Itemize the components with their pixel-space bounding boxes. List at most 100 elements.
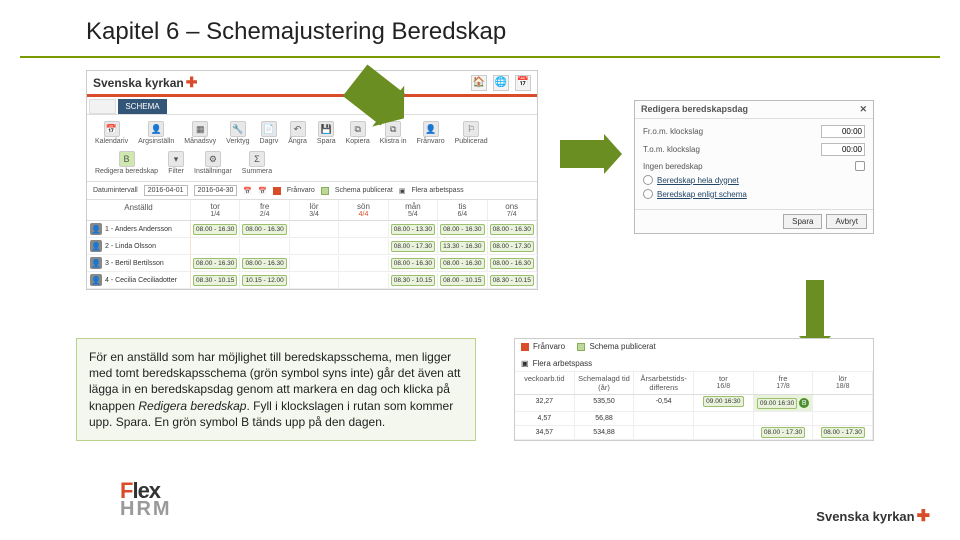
- schedule-cell[interactable]: x: [339, 256, 388, 271]
- schedule-cell[interactable]: 08.00 - 16.30: [191, 222, 240, 237]
- none-checkbox[interactable]: [855, 161, 865, 171]
- schedule-cell[interactable]: 08.30 - 10.15: [488, 273, 537, 288]
- schedule-cell[interactable]: 08.00 - 16.30: [488, 256, 537, 271]
- tb-args[interactable]: 👤Argsinställn: [134, 119, 178, 147]
- brand-logo: Svenska kyrkan✚: [93, 74, 197, 91]
- header-icons: 🏠 🌐 📅: [471, 75, 531, 91]
- tb-install[interactable]: ⚙Inställningar: [190, 149, 236, 177]
- tb-angra[interactable]: ↶Ångra: [284, 119, 311, 147]
- toolbar: 📅Kalendariv 👤Argsinställn ▦Månadsvy 🔧Ver…: [87, 115, 537, 182]
- table-row: 👤3 - Bertil Bertilsson08.00 - 16.3008.00…: [87, 255, 537, 272]
- cancel-button[interactable]: Avbryt: [826, 214, 867, 229]
- calendar-icon[interactable]: 📅: [515, 75, 531, 91]
- schedule-cell[interactable]: x: [290, 273, 339, 288]
- beredskap-badge: B: [799, 398, 809, 408]
- tab-empty[interactable]: [89, 99, 116, 114]
- whole-radio[interactable]: [643, 175, 653, 185]
- explanation-note: För en anställd som har möjlighet till b…: [76, 338, 476, 441]
- mini-legend-red: [521, 343, 529, 351]
- schedule-body: 👤1 - Anders Andersson08.00 - 16.3008.00 …: [87, 221, 537, 289]
- col-d5: mån5/4: [389, 200, 438, 220]
- schedule-cell[interactable]: 08.00 - 17.30: [488, 239, 537, 254]
- tb-kopiera[interactable]: ⧉Kopiera: [342, 119, 374, 147]
- home-icon[interactable]: 🏠: [471, 75, 487, 91]
- tb-verktyg[interactable]: 🔧Verktyg: [222, 119, 253, 147]
- hrm-logo: HRM: [120, 498, 172, 521]
- tab-schema[interactable]: SCHEMA: [118, 99, 166, 114]
- col-d1: tor1/4: [191, 200, 240, 220]
- col-d2: fre2/4: [240, 200, 289, 220]
- app-main-screenshot: Svenska kyrkan✚ 🏠 🌐 📅 SCHEMA 📅Kalendariv…: [86, 70, 538, 290]
- schedule-cell[interactable]: x: [339, 222, 388, 237]
- cal-icon2[interactable]: 📅: [258, 187, 267, 195]
- schedule-cell[interactable]: x: [290, 222, 339, 237]
- schedule-cell[interactable]: x: [240, 239, 289, 254]
- col-d4: sön4/4: [339, 200, 388, 220]
- col-d6: tis6/4: [438, 200, 487, 220]
- mini-row-1: 32,27535,50-0,54 09.00 16:30 09.00 16:30…: [515, 395, 873, 412]
- tb-summera[interactable]: ΣSummera: [238, 149, 276, 177]
- filter-to[interactable]: 2016-04-30: [194, 185, 238, 196]
- arrow-to-dialog: [560, 140, 608, 168]
- schedule-cell[interactable]: 08.00 - 17.30: [389, 239, 438, 254]
- schedule-cell[interactable]: x: [191, 239, 240, 254]
- filter-from[interactable]: 2016-04-01: [144, 185, 188, 196]
- avatar: 👤: [90, 257, 102, 269]
- table-row: 👤2 - Linda Olssonxxxx08.00 - 17.3013.30 …: [87, 238, 537, 255]
- from-input[interactable]: [821, 125, 865, 138]
- page-title: Kapitel 6 – Schemajustering Beredskap: [0, 0, 960, 56]
- tb-kalender[interactable]: 📅Kalendariv: [91, 119, 132, 147]
- avatar: 👤: [90, 223, 102, 235]
- employee-name: 3 - Bertil Bertilsson: [105, 260, 164, 267]
- schedule-cell[interactable]: 08.00 - 16.30: [438, 222, 487, 237]
- dialog-redigera-beredskap: Redigera beredskapsdag✕ Fr.o.m. klocksla…: [634, 100, 874, 234]
- avatar: 👤: [90, 240, 102, 252]
- schedule-cell[interactable]: 08.30 - 10.15: [191, 273, 240, 288]
- schedule-cell[interactable]: 08.00 - 16.30: [488, 222, 537, 237]
- tb-spara[interactable]: 💾Spara: [313, 119, 340, 147]
- cal-icon[interactable]: 📅: [243, 187, 252, 195]
- schedule-cell[interactable]: 08.00 - 16.30: [438, 256, 487, 271]
- schedule-cell[interactable]: 08.00 - 10.15: [438, 273, 487, 288]
- mini-screenshot: Frånvaro Schema publicerat ▣Flera arbets…: [514, 338, 874, 441]
- to-input[interactable]: [821, 143, 865, 156]
- schedule-cell[interactable]: 08.30 - 10.15: [389, 273, 438, 288]
- app-header: Svenska kyrkan✚ 🏠 🌐 📅: [87, 71, 537, 97]
- mini-legend-green: [577, 343, 585, 351]
- schedule-cell[interactable]: x: [290, 239, 339, 254]
- employee-name: 4 - Cecilia Ceciliadotter: [105, 277, 177, 284]
- schedule-header: Anställd tor1/4 fre2/4 lör3/4 sön4/4 mån…: [87, 200, 537, 221]
- divider: [20, 56, 940, 58]
- avatar: 👤: [90, 274, 102, 286]
- schedule-cell[interactable]: x: [339, 273, 388, 288]
- save-button[interactable]: Spara: [783, 214, 822, 229]
- schedule-cell[interactable]: 08.00 - 16.30: [191, 256, 240, 271]
- schedule-cell[interactable]: x: [290, 256, 339, 271]
- close-icon[interactable]: ✕: [859, 104, 867, 115]
- col-d3: lör3/4: [290, 200, 339, 220]
- globe-icon[interactable]: 🌐: [493, 75, 509, 91]
- arrow-to-badge: [806, 280, 824, 340]
- tb-filter[interactable]: ▾Filter: [164, 149, 188, 177]
- tb-redigera-beredskap[interactable]: BRedigera beredskap: [91, 149, 162, 177]
- tb-manad[interactable]: ▦Månadsvy: [180, 119, 220, 147]
- schedule-cell[interactable]: 08.00 - 16.30: [389, 256, 438, 271]
- employee-name: 1 - Anders Andersson: [105, 226, 172, 233]
- schedule-cell[interactable]: 08.00 - 16.30: [240, 256, 289, 271]
- sched-radio[interactable]: [643, 189, 653, 199]
- dialog-title: Redigera beredskapsdag: [641, 104, 748, 115]
- mini-header: veckoarb.tid Schemalagd tid (år) Årsarbe…: [515, 372, 873, 395]
- tb-publicerad[interactable]: ⚐Publicerad: [451, 119, 492, 147]
- tabbar: SCHEMA: [87, 97, 537, 115]
- schedule-cell[interactable]: 10.15 - 12.00: [240, 273, 289, 288]
- schedule-cell[interactable]: x: [339, 239, 388, 254]
- legend-schemapub-icon: [321, 187, 329, 195]
- filter-label: Datumintervall: [93, 187, 138, 194]
- tb-dagrv[interactable]: 📄Dagrv: [256, 119, 283, 147]
- schedule-cell[interactable]: 08.00 - 16.30: [240, 222, 289, 237]
- table-row: 👤4 - Cecilia Ceciliadotter08.30 - 10.151…: [87, 272, 537, 289]
- schedule-cell[interactable]: 13.30 - 16.30: [438, 239, 487, 254]
- schedule-cell[interactable]: 08.00 - 13.30: [389, 222, 438, 237]
- footer-brand: Svenska kyrkan✚: [816, 506, 930, 526]
- tb-franvaro[interactable]: 👤Frånvaro: [413, 119, 449, 147]
